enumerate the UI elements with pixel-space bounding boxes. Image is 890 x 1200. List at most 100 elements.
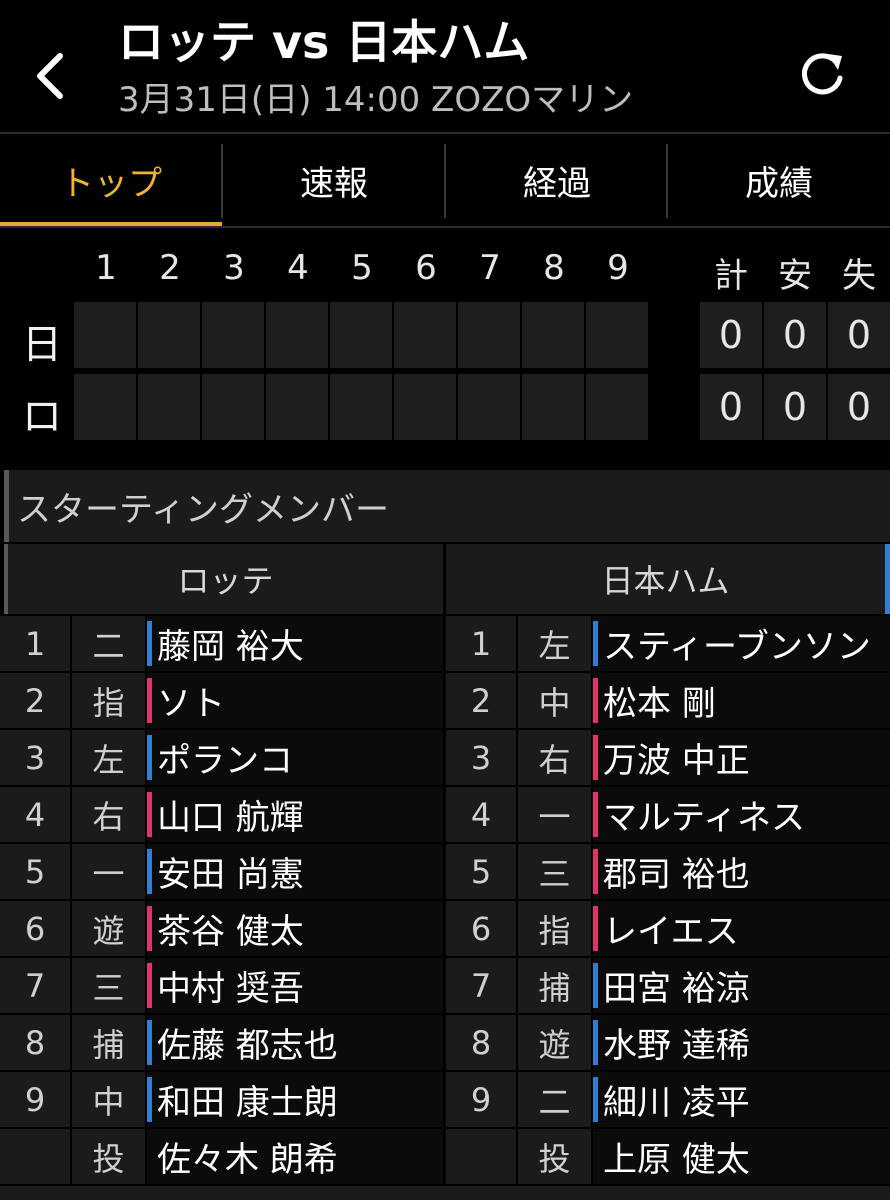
- away-player-name[interactable]: 郡司 裕也: [593, 844, 890, 899]
- tab-progress[interactable]: 経過: [446, 134, 668, 226]
- home-position: 指: [72, 673, 145, 728]
- away-position: 二: [518, 1072, 591, 1127]
- inning-header: 9: [607, 248, 629, 288]
- home-position: 右: [72, 787, 145, 842]
- inning-score-cell: [74, 374, 136, 440]
- home-player-name[interactable]: 佐藤 都志也: [147, 1015, 443, 1070]
- home-batting-order: 4: [0, 787, 70, 842]
- team-abbr-away: 日: [22, 322, 62, 368]
- away-player-name[interactable]: 松本 剛: [593, 673, 890, 728]
- home-batting-order: 5: [0, 844, 70, 899]
- lineup-row: 4 右山口 航輝 4 一マルティネス: [0, 787, 890, 842]
- home-player-name[interactable]: 安田 尚憲: [147, 844, 443, 899]
- bat-side-indicator: [593, 678, 598, 723]
- home-player-name[interactable]: ソト: [147, 673, 443, 728]
- section-title: スターティングメンバー: [4, 470, 890, 542]
- inning-header: 5: [351, 248, 373, 288]
- away-player-name[interactable]: 田宮 裕涼: [593, 958, 890, 1013]
- bat-side-indicator: [147, 735, 152, 780]
- away-batting-order: 7: [446, 958, 516, 1013]
- away-position: 指: [518, 901, 591, 956]
- inning-header: 1: [95, 248, 117, 288]
- bat-side-indicator: [593, 1077, 598, 1122]
- home-position: 投: [72, 1129, 145, 1184]
- home-position: 捕: [72, 1015, 145, 1070]
- away-player-name[interactable]: 万波 中正: [593, 730, 890, 785]
- home-player-name[interactable]: 藤岡 裕大: [147, 616, 443, 671]
- runs-header: 計: [714, 256, 748, 296]
- away-player-name[interactable]: 上原 健太: [593, 1129, 890, 1184]
- scoreboard: 1 2 3 4 5 6 7 8 9 計 安 失 日 ロ 0 0 0 0 0 0: [0, 228, 890, 458]
- home-position: 一: [72, 844, 145, 899]
- away-batting-order: 2: [446, 673, 516, 728]
- away-player-name[interactable]: レイエス: [593, 901, 890, 956]
- home-position: 二: [72, 616, 145, 671]
- away-batting-order: 4: [446, 787, 516, 842]
- home-position: 中: [72, 1072, 145, 1127]
- inning-score-cell: [586, 302, 648, 368]
- inning-header: 4: [287, 248, 309, 288]
- away-player-name[interactable]: 細川 凌平: [593, 1072, 890, 1127]
- home-player-name[interactable]: ポランコ: [147, 730, 443, 785]
- errors-header: 失: [842, 256, 876, 296]
- game-subtitle: 3月31日(日) 14:00 ZOZOマリン: [118, 80, 634, 120]
- bat-side-indicator: [147, 621, 152, 666]
- home-batting-order: 8: [0, 1015, 70, 1070]
- home-player-name[interactable]: 佐々木 朗希: [147, 1129, 443, 1184]
- inning-header: 3: [223, 248, 245, 288]
- away-batting-order: 1: [446, 616, 516, 671]
- inning-score-cell: [522, 302, 584, 368]
- home-runs: 0: [700, 374, 762, 440]
- lineup-row: 2 指ソト 2 中松本 剛: [0, 673, 890, 728]
- chevron-left-icon: [37, 53, 63, 99]
- home-batting-order: 2: [0, 673, 70, 728]
- bat-side-indicator: [593, 849, 598, 894]
- lineup-team-headers: ロッテ 日本ハム: [0, 544, 890, 614]
- refresh-icon: [802, 53, 843, 95]
- away-player-name[interactable]: スティーブンソン: [593, 616, 890, 671]
- away-player-name[interactable]: マルティネス: [593, 787, 890, 842]
- home-player-name[interactable]: 中村 奨吾: [147, 958, 443, 1013]
- away-batting-order: [446, 1129, 516, 1184]
- bottom-bar: [0, 1186, 890, 1200]
- away-batting-order: 5: [446, 844, 516, 899]
- home-player-name[interactable]: 茶谷 健太: [147, 901, 443, 956]
- home-batting-order: 6: [0, 901, 70, 956]
- home-errors: 0: [828, 374, 890, 440]
- game-title: ロッテ vs 日本ハム: [118, 15, 530, 69]
- away-batting-order: 9: [446, 1072, 516, 1127]
- home-player-name[interactable]: 山口 航輝: [147, 787, 443, 842]
- inning-score-cell: [138, 302, 200, 368]
- back-button[interactable]: [22, 40, 82, 110]
- home-position: 遊: [72, 901, 145, 956]
- inning-header: 7: [479, 248, 501, 288]
- away-player-name[interactable]: 水野 達稀: [593, 1015, 890, 1070]
- bat-side-indicator: [147, 678, 152, 723]
- bat-side-indicator: [593, 963, 598, 1008]
- bat-side-indicator: [593, 792, 598, 837]
- tab-live[interactable]: 速報: [223, 134, 445, 226]
- hits-header: 安: [778, 256, 812, 296]
- inning-score-cell: [330, 374, 392, 440]
- away-position: 三: [518, 844, 591, 899]
- bat-side-indicator: [147, 1077, 152, 1122]
- home-position: 三: [72, 958, 145, 1013]
- away-errors: 0: [828, 302, 890, 368]
- home-batting-order: 1: [0, 616, 70, 671]
- tab-stats[interactable]: 成績: [668, 134, 890, 226]
- home-player-name[interactable]: 和田 康士朗: [147, 1072, 443, 1127]
- home-team-header: ロッテ: [4, 544, 443, 614]
- home-batting-order: 9: [0, 1072, 70, 1127]
- inning-score-cell: [138, 374, 200, 440]
- tab-top[interactable]: トップ: [0, 134, 222, 226]
- app-header: ロッテ vs 日本ハム 3月31日(日) 14:00 ZOZOマリン: [0, 0, 890, 134]
- away-position: 左: [518, 616, 591, 671]
- refresh-button[interactable]: [790, 42, 854, 106]
- away-batting-order: 8: [446, 1015, 516, 1070]
- inning-header: 8: [543, 248, 565, 288]
- inning-score-cell: [522, 374, 584, 440]
- lineup-row: 投佐々木 朗希投上原 健太: [0, 1129, 890, 1184]
- inning-score-cell: [394, 302, 456, 368]
- tab-bar: トップ 速報 経過 成績: [0, 134, 890, 230]
- home-batting-order: 7: [0, 958, 70, 1013]
